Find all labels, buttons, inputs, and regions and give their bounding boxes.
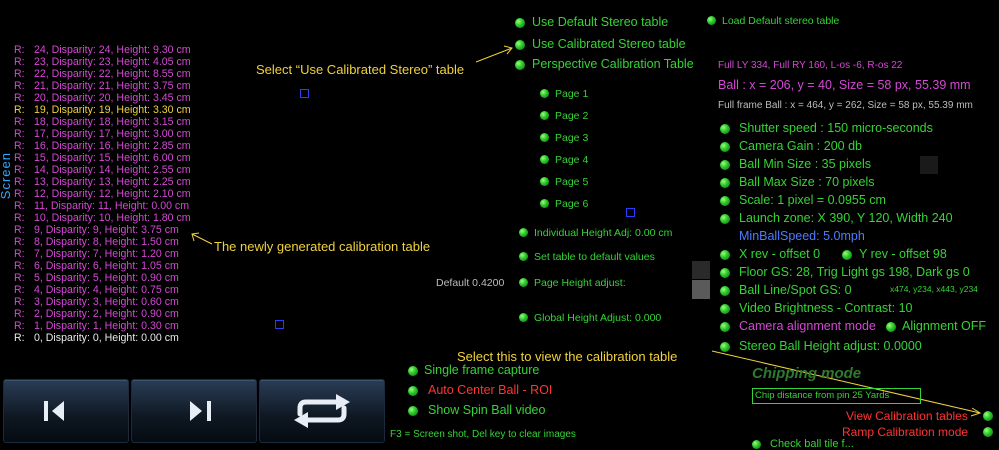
full-offsets-info: Full LY 334, Full RY 160, L-os -6, R-os …	[718, 60, 903, 71]
calibrated-stereo-radio-icon[interactable]	[515, 40, 525, 50]
marker-square	[300, 89, 309, 98]
floor-gs-setting[interactable]: Floor GS: 28, Trig Light gs 198, Dark gs…	[739, 265, 970, 279]
set-default-icon[interactable]	[519, 252, 528, 261]
perspective-table-radio-icon[interactable]	[515, 60, 525, 70]
spin-video-icon[interactable]	[408, 406, 418, 416]
stereo-ball-height-adjust[interactable]: Stereo Ball Height adjust: 0.0000	[739, 339, 922, 353]
shutter-icon[interactable]	[720, 124, 730, 134]
single-frame-icon[interactable]	[408, 366, 418, 376]
page-6-icon[interactable]	[540, 199, 549, 208]
check-tile-label[interactable]: Check ball tile f...	[770, 438, 854, 450]
individual-height-adjust[interactable]: Individual Height Adj: 0.00 cm	[534, 227, 672, 239]
default-stereo-radio-icon[interactable]	[515, 18, 525, 28]
skip-next-icon	[190, 401, 211, 421]
scale-setting[interactable]: Scale: 1 pixel = 0.0955 cm	[739, 193, 886, 207]
global-height-icon[interactable]	[519, 313, 528, 322]
load-default-icon[interactable]	[707, 16, 716, 25]
page-1-button[interactable]: Page 1	[555, 88, 588, 100]
cam-align-icon[interactable]	[720, 322, 730, 332]
skip-previous-icon	[44, 401, 64, 421]
page-2-button[interactable]: Page 2	[555, 110, 588, 122]
check-tile-icon[interactable]	[752, 440, 761, 449]
video-brightness-setting[interactable]: Video Brightness - Contrast: 10	[739, 301, 912, 315]
ball-line-icon[interactable]	[720, 286, 730, 296]
chip-distance-field[interactable]: Chip distance from pin 25 Yards	[752, 388, 921, 404]
view-calibration-tables-icon[interactable]	[983, 411, 993, 421]
video-icon[interactable]	[720, 304, 730, 314]
x-rev-icon[interactable]	[720, 250, 730, 260]
page-height-icon[interactable]	[519, 278, 528, 287]
previous-button[interactable]	[3, 379, 129, 443]
page-3-icon[interactable]	[540, 133, 549, 142]
ramp-calibration-label[interactable]: Ramp Calibration mode	[842, 425, 968, 439]
camera-alignment-mode[interactable]: Camera alignment mode	[739, 319, 876, 333]
single-frame-capture[interactable]: Single frame capture	[424, 363, 539, 377]
page-2-icon[interactable]	[540, 111, 549, 120]
next-button[interactable]	[131, 379, 257, 443]
ball-min-size-setting[interactable]: Ball Min Size : 35 pixels	[739, 157, 871, 171]
shortcut-hint: F3 = Screen shot, Del key to clear image…	[390, 429, 576, 440]
global-height-adjust[interactable]: Global Height Adjust: 0.000	[534, 312, 661, 324]
view-calibration-tables-label[interactable]: View Calibration tables	[846, 409, 968, 423]
camera-gain-setting[interactable]: Camera Gain : 200 db	[739, 139, 862, 153]
page-5-button[interactable]: Page 5	[555, 176, 588, 188]
slider-thumb[interactable]	[692, 280, 710, 299]
min-size-icon[interactable]	[720, 160, 730, 170]
page-4-icon[interactable]	[540, 155, 549, 164]
min-ball-speed-setting[interactable]: MinBallSpeed: 5.0mph	[739, 229, 865, 243]
marker-square	[626, 208, 635, 217]
alignment-toggle-icon[interactable]	[886, 322, 896, 332]
set-table-default-button[interactable]: Set table to default values	[534, 251, 655, 263]
max-size-icon[interactable]	[720, 178, 730, 188]
show-spin-ball-video[interactable]: Show Spin Ball video	[428, 403, 545, 417]
perspective-calibration-option[interactable]: Perspective Calibration Table	[532, 57, 694, 71]
preview-square	[920, 156, 938, 174]
chipping-mode-title: Chipping mode	[752, 365, 862, 382]
ball-line-spot-setting[interactable]: Ball Line/Spot GS: 0	[739, 283, 852, 297]
coordinates-readout: x474, y234, x443, y234	[890, 284, 978, 294]
use-calibrated-stereo-option[interactable]: Use Calibrated Stereo table	[532, 37, 686, 51]
page-5-icon[interactable]	[540, 177, 549, 186]
auto-center-icon[interactable]	[408, 386, 418, 396]
ball-max-size-setting[interactable]: Ball Max Size : 70 pixels	[739, 175, 874, 189]
page-height-adjust[interactable]: Page Height adjust:	[534, 277, 626, 289]
full-frame-ball-info: Full frame Ball : x = 464, y = 262, Size…	[718, 100, 973, 111]
repeat-icon	[294, 394, 350, 428]
page-4-button[interactable]: Page 4	[555, 154, 588, 166]
load-default-stereo-button[interactable]: Load Default stereo table	[722, 15, 839, 27]
scale-icon[interactable]	[720, 196, 730, 206]
launch-zone-setting[interactable]: Launch zone: X 390, Y 120, Width 240	[739, 211, 953, 225]
alignment-off-toggle[interactable]: Alignment OFF	[902, 319, 986, 333]
marker-square	[275, 320, 284, 329]
y-rev-offset-setting[interactable]: Y rev - offset 98	[859, 247, 947, 261]
ramp-calibration-icon[interactable]	[983, 427, 993, 437]
slider-track-top[interactable]	[692, 261, 710, 279]
ball-position-info: Ball : x = 206, y = 40, Size = 58 px, 55…	[718, 78, 971, 92]
floor-gs-icon[interactable]	[720, 268, 730, 278]
default-value-label: Default 0.4200	[436, 277, 505, 289]
auto-center-ball-roi[interactable]: Auto Center Ball - ROI	[428, 383, 552, 397]
page-6-button[interactable]: Page 6	[555, 198, 588, 210]
launch-zone-icon[interactable]	[720, 214, 730, 224]
x-rev-offset-setting[interactable]: X rev - offset 0	[739, 247, 820, 261]
shutter-speed-setting[interactable]: Shutter speed : 150 micro-seconds	[739, 121, 933, 135]
y-rev-icon[interactable]	[842, 250, 852, 260]
page-1-icon[interactable]	[540, 89, 549, 98]
page-3-button[interactable]: Page 3	[555, 132, 588, 144]
individual-height-icon[interactable]	[519, 228, 528, 237]
use-default-stereo-option[interactable]: Use Default Stereo table	[532, 15, 668, 29]
gain-icon[interactable]	[720, 142, 730, 152]
repeat-button[interactable]	[259, 379, 385, 443]
stereo-height-icon[interactable]	[720, 342, 730, 352]
